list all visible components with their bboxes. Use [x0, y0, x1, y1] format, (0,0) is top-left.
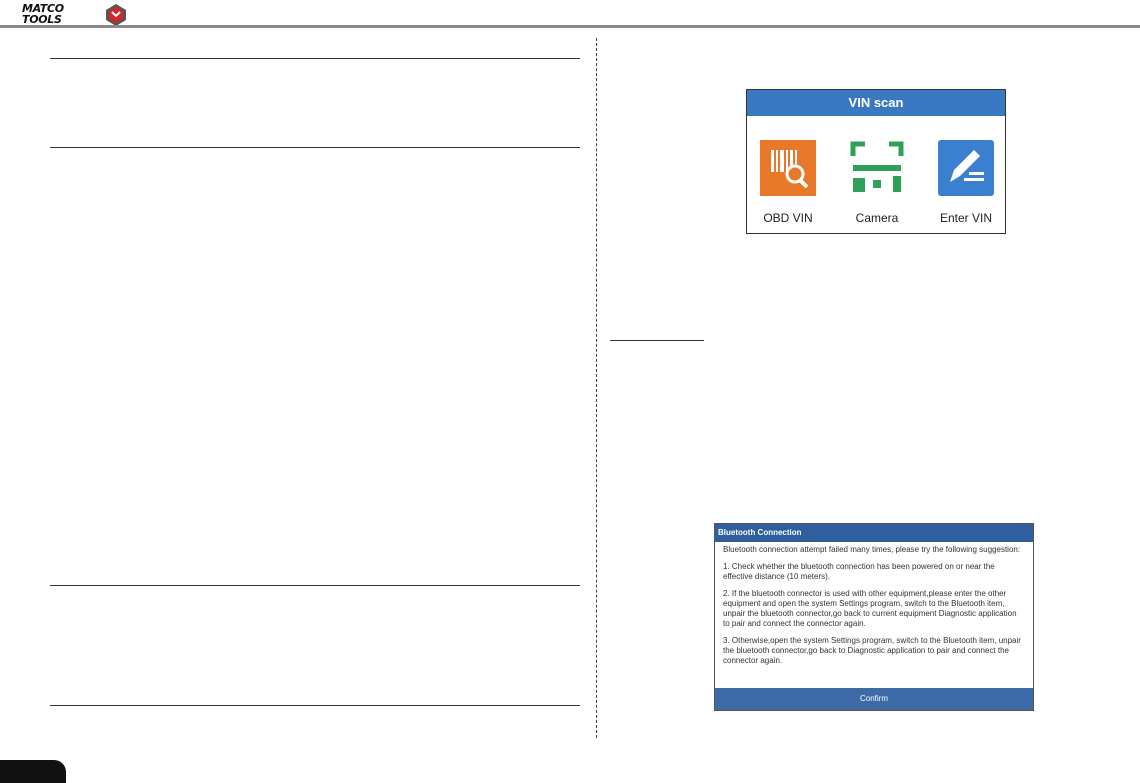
bluetooth-step-1: 1. Check whether the bluetooth connectio… [723, 562, 995, 581]
bluetooth-step-2: 2. If the bluetooth connector is used wi… [723, 589, 1017, 628]
obd-vin-option[interactable]: OBD VIN [753, 140, 823, 225]
header-rule [0, 25, 1140, 28]
camera-option[interactable]: Camera [842, 140, 912, 225]
barcode-search-icon [760, 140, 816, 196]
pen-entry-icon [938, 140, 994, 196]
page-number-tab [0, 760, 66, 783]
bluetooth-intro-text: Bluetooth connection attempt failed many… [723, 545, 1021, 554]
column-divider [596, 38, 597, 738]
enter-vin-option[interactable]: Enter VIN [931, 140, 1001, 225]
bluetooth-step-3: 3. Otherwise,open the system Settings pr… [723, 636, 1021, 665]
bluetooth-dialog-body: Bluetooth connection attempt failed many… [715, 542, 1033, 666]
confirm-button[interactable]: Confirm [715, 688, 1033, 710]
vin-scan-dialog: VIN scan OBD VIN Camera Enter VIN [746, 89, 1006, 234]
vin-scan-title: VIN scan [747, 90, 1005, 116]
logo-text-line2: TOOLS [22, 13, 62, 26]
camera-label: Camera [855, 211, 899, 225]
camera-scan-icon [850, 141, 904, 192]
obd-vin-label: OBD VIN [763, 211, 813, 225]
bluetooth-dialog-title: Bluetooth Connection [715, 524, 1033, 542]
heading-underline [610, 340, 704, 341]
section-rule [50, 585, 580, 586]
section-rule [50, 147, 580, 148]
section-rule [50, 705, 580, 706]
logo-wordmark: MATCO TOOLS [22, 3, 64, 25]
enter-vin-label: Enter VIN [939, 211, 993, 225]
logo-badge-icon [106, 4, 126, 26]
section-rule [50, 58, 580, 59]
bluetooth-connection-dialog: Bluetooth Connection Bluetooth connectio… [714, 523, 1034, 711]
